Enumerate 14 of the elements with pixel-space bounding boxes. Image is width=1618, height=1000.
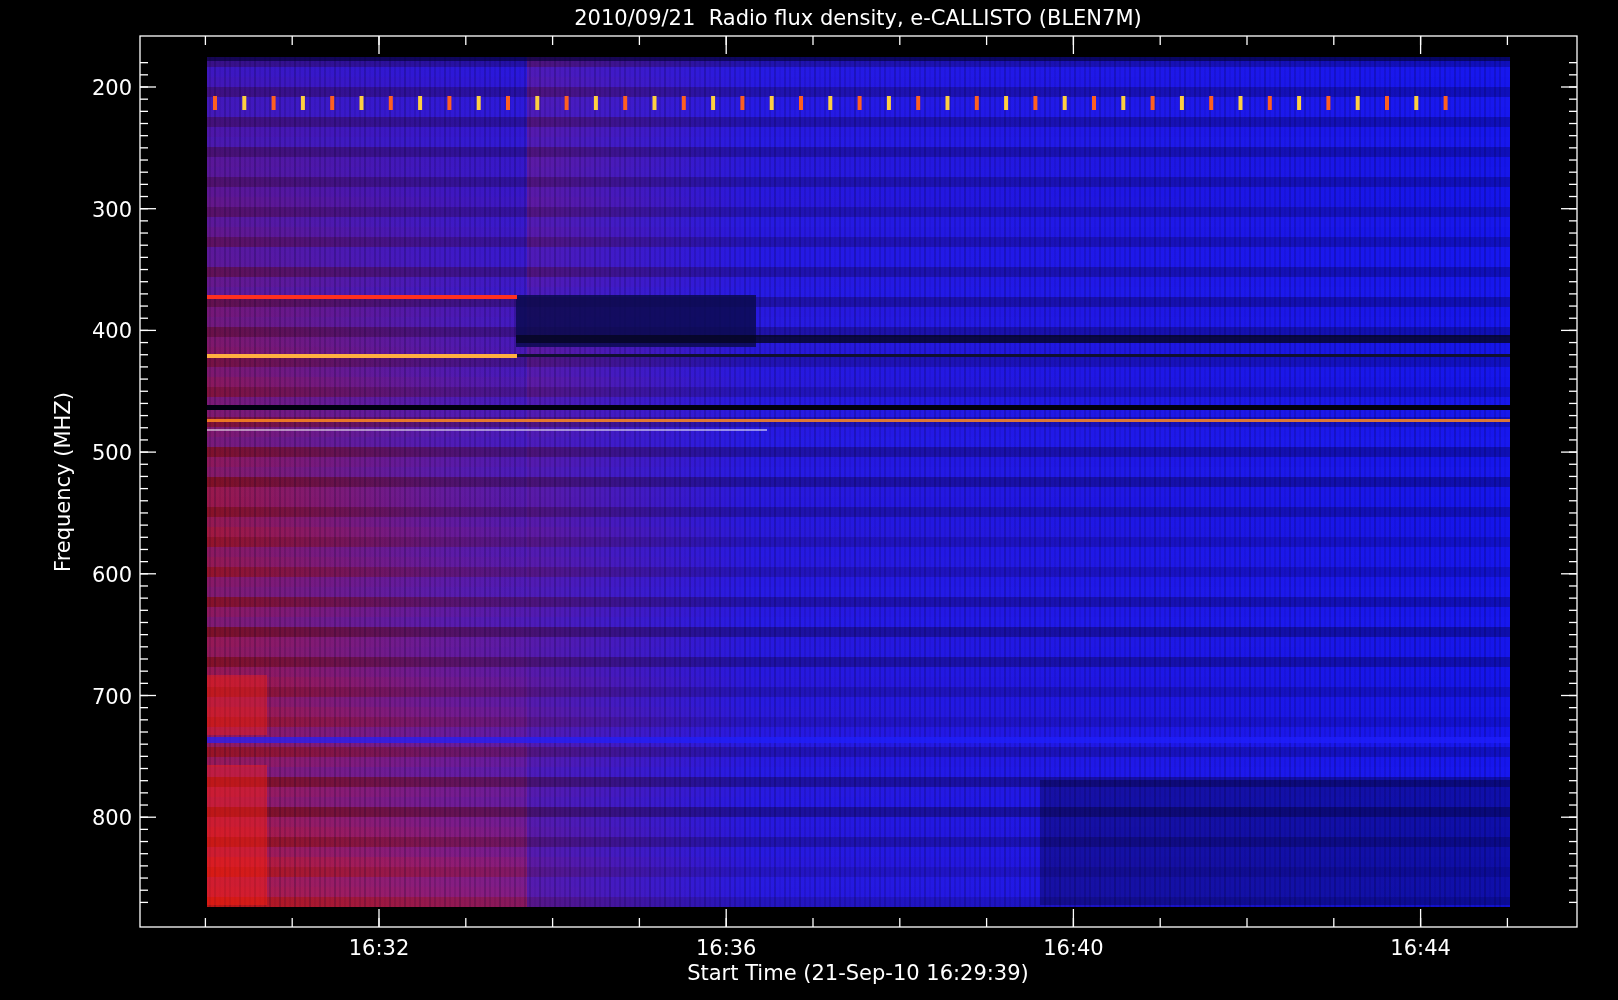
tick-label: 200	[91, 76, 132, 100]
tick-label: 700	[91, 684, 132, 709]
tick-label: 500	[91, 441, 132, 466]
axis-label: Frequency (MHZ)	[51, 392, 75, 572]
axis-label: Start Time (21-Sep-10 16:29:39)	[687, 961, 1029, 985]
tick-label: 400	[91, 319, 132, 344]
tick-label: 300	[91, 197, 132, 222]
tick-label: 800	[91, 806, 132, 831]
chart-title: 2010/09/21 Radio flux density, e-CALLISTO (BLEN7M)	[574, 6, 1142, 30]
tick-label: 16:36	[695, 936, 757, 960]
tick-label: 16:40	[1043, 936, 1104, 960]
tick-label: 16:44	[1390, 936, 1451, 960]
tick-label: 16:32	[348, 936, 410, 960]
tick-label: 600	[91, 562, 132, 587]
